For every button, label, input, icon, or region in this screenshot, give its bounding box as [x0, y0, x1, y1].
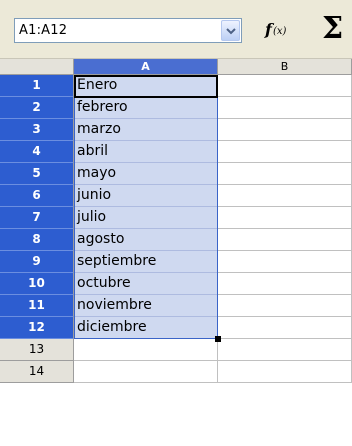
- column-header-a[interactable]: A: [74, 59, 218, 75]
- row-header[interactable]: 5: [0, 163, 74, 185]
- cell-b[interactable]: [218, 97, 352, 119]
- name-box-value[interactable]: A1:A12: [19, 23, 67, 38]
- cell-b[interactable]: [218, 295, 352, 317]
- sum-icon[interactable]: Σ: [322, 12, 352, 46]
- spreadsheet-grid: A B 1 Enero 2 febrero 3 marzo 4 abril 5 mayo 6 juni…: [0, 59, 352, 446]
- svg-text:(x): (x): [273, 26, 287, 37]
- cell-b[interactable]: [218, 317, 352, 339]
- cell-a[interactable]: [74, 361, 218, 383]
- name-box-dropdown-button[interactable]: [221, 20, 240, 41]
- table-row: 8 agosto: [0, 229, 352, 251]
- cell-a[interactable]: marzo: [74, 119, 218, 141]
- cell-a[interactable]: julio: [74, 207, 218, 229]
- table-row: 12 diciembre: [0, 317, 352, 339]
- table-row: 5 mayo: [0, 163, 352, 185]
- cell-b[interactable]: [218, 361, 352, 383]
- cell-a[interactable]: octubre: [74, 273, 218, 295]
- cell-a[interactable]: [74, 339, 218, 361]
- row-header[interactable]: 2: [0, 97, 74, 119]
- select-all-corner[interactable]: [0, 59, 74, 75]
- cell-b[interactable]: [218, 273, 352, 295]
- cell-a[interactable]: mayo: [74, 163, 218, 185]
- table-row: 3 marzo: [0, 119, 352, 141]
- row-header[interactable]: 10: [0, 273, 74, 295]
- cell-a[interactable]: diciembre: [74, 317, 218, 339]
- table-row: 6 junio: [0, 185, 352, 207]
- table-row: 9 septiembre: [0, 251, 352, 273]
- cell-a[interactable]: agosto: [74, 229, 218, 251]
- cell-b[interactable]: [218, 229, 352, 251]
- function-wizard-icon[interactable]: f (x): [264, 19, 294, 41]
- row-header[interactable]: 14: [0, 361, 74, 383]
- cell-a[interactable]: febrero: [74, 97, 218, 119]
- table-row: 14: [0, 361, 352, 383]
- cell-b[interactable]: [218, 207, 352, 229]
- row-header[interactable]: 8: [0, 229, 74, 251]
- table-row: 11 noviembre: [0, 295, 352, 317]
- table-row: 1 Enero: [0, 75, 352, 97]
- table-row: 4 abril: [0, 141, 352, 163]
- cell-b[interactable]: [218, 163, 352, 185]
- row-header[interactable]: 7: [0, 207, 74, 229]
- cell-b[interactable]: [218, 185, 352, 207]
- table-row: 7 julio: [0, 207, 352, 229]
- table-row: 13: [0, 339, 352, 361]
- table-row: 2 febrero: [0, 97, 352, 119]
- row-header[interactable]: 11: [0, 295, 74, 317]
- cell-a[interactable]: junio: [74, 185, 218, 207]
- row-header[interactable]: 9: [0, 251, 74, 273]
- table-row: 10 octubre: [0, 273, 352, 295]
- row-header[interactable]: 1: [0, 75, 74, 97]
- row-header[interactable]: 6: [0, 185, 74, 207]
- cell-b[interactable]: [218, 251, 352, 273]
- cell-a[interactable]: Enero: [74, 75, 218, 97]
- formula-bar: A1:A12 f (x) Σ: [0, 0, 352, 58]
- row-header[interactable]: 12: [0, 317, 74, 339]
- cell-b[interactable]: [218, 75, 352, 97]
- name-box[interactable]: A1:A12: [14, 18, 242, 43]
- row-header[interactable]: 13: [0, 339, 74, 361]
- column-header-b[interactable]: B: [218, 59, 352, 75]
- cell-a[interactable]: noviembre: [74, 295, 218, 317]
- fill-handle[interactable]: [215, 336, 221, 342]
- cell-b[interactable]: [218, 339, 352, 361]
- chevron-down-icon: [226, 28, 236, 35]
- row-header[interactable]: 4: [0, 141, 74, 163]
- cell-a[interactable]: abril: [74, 141, 218, 163]
- row-header[interactable]: 3: [0, 119, 74, 141]
- cell-a[interactable]: septiembre: [74, 251, 218, 273]
- cell-b[interactable]: [218, 119, 352, 141]
- cell-b[interactable]: [218, 141, 352, 163]
